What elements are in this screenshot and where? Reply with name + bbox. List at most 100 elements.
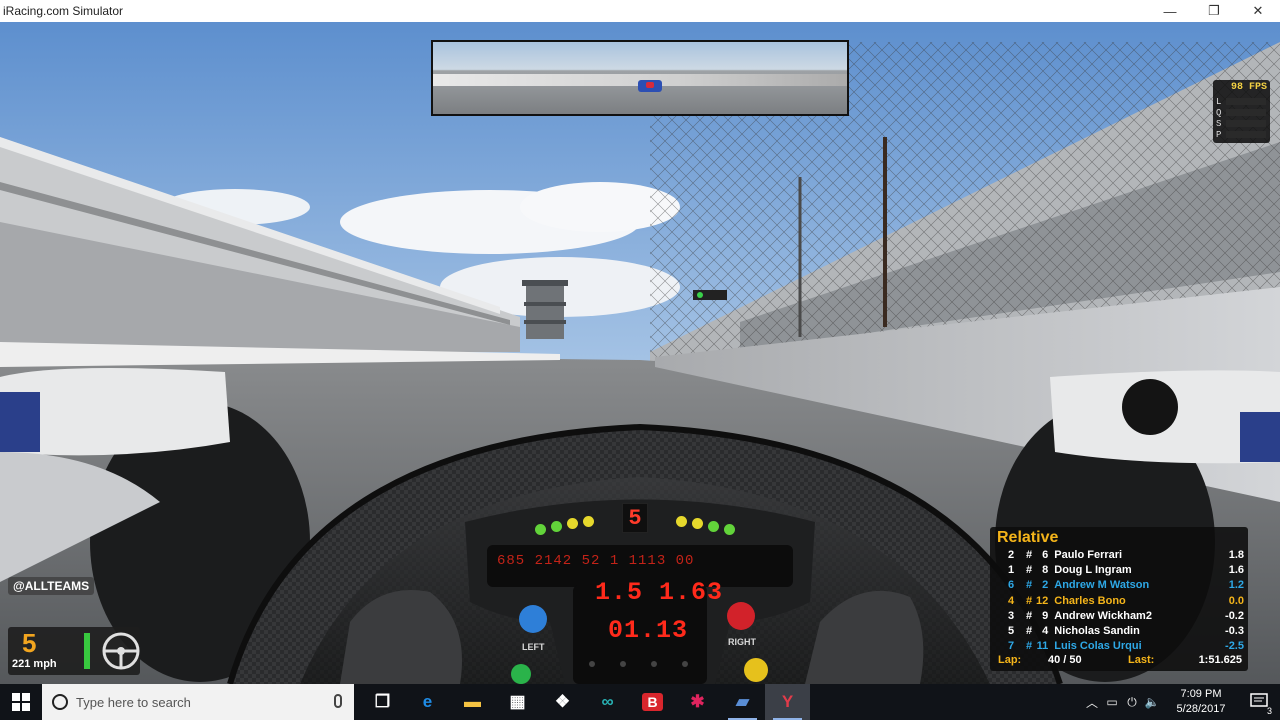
- game-viewport[interactable]: 5 685 2142 52 1 1113 00 1.5 1.63 01.13 L…: [0, 22, 1280, 684]
- volume-icon[interactable]: 🔈: [1142, 695, 1162, 709]
- car-number: 9: [1042, 609, 1049, 622]
- windows-taskbar: Type here to search ❐ e ▬ ▦ ❖ ∞ B ✱ ▰ Y ︿ ▭ ⏻ 🔈 7…: [0, 684, 1280, 720]
- car-number-hash: #: [1025, 609, 1033, 622]
- power-icon[interactable]: ⏻: [1122, 695, 1142, 710]
- relative-row: 2 #6 Paulo Ferrari 1.8: [1000, 547, 1244, 562]
- maximize-button[interactable]: ❐: [1192, 0, 1236, 22]
- fps-row-label: L: [1216, 96, 1222, 107]
- car-number-hash: #: [1025, 594, 1033, 607]
- wheel-lap-time-upper: 1.5 1.63: [595, 578, 724, 607]
- car-number: 12: [1036, 594, 1049, 607]
- speed-gear-widget: 5 221 mph: [8, 627, 140, 675]
- taskbar-app-button[interactable]: ❖: [540, 684, 585, 720]
- wheel-dash-readout: 685 2142 52 1 1113 00: [497, 553, 695, 569]
- taskbar-app-icons: ❐ e ▬ ▦ ❖ ∞ B ✱ ▰ Y: [360, 684, 810, 720]
- store-icon: ▦: [509, 692, 526, 711]
- fps-row-bar: [1226, 109, 1266, 116]
- dropbox-icon: ❖: [554, 692, 571, 711]
- taskbar-search-box[interactable]: Type here to search: [42, 684, 354, 720]
- driver-position: 3: [1007, 609, 1015, 622]
- time-gap: 1.2: [1228, 579, 1244, 592]
- taskbar-app-button[interactable]: ✱: [675, 684, 720, 720]
- taskbar-app-button[interactable]: ❐: [360, 684, 405, 720]
- shift-light-green: [708, 521, 719, 532]
- time-gap: 1.8: [1228, 548, 1244, 561]
- racing-app-icon: ▰: [735, 692, 750, 711]
- taskbar-app-button[interactable]: e: [405, 684, 450, 720]
- close-button[interactable]: ✕: [1236, 0, 1280, 22]
- driver-position: 5: [1007, 625, 1015, 638]
- clock-time: 7:09 PM: [1180, 688, 1222, 700]
- slack-icon: ✱: [690, 692, 705, 711]
- lap-label: Lap:: [998, 654, 1022, 666]
- shift-light-yellow: [583, 516, 594, 527]
- fps-widget: 98 FPS L Q S P: [1213, 80, 1270, 143]
- task-view-icon: ❐: [374, 692, 391, 711]
- current-gear: 5: [22, 628, 37, 658]
- throttle-bar: [84, 633, 90, 669]
- taskbar-app-button[interactable]: ▬: [450, 684, 495, 720]
- window-title: iRacing.com Simulator: [3, 4, 124, 18]
- driver-position: 1: [1007, 563, 1015, 576]
- fps-row-label: S: [1216, 118, 1222, 129]
- taskbar-app-button[interactable]: ▰: [720, 684, 765, 720]
- taskbar-app-button[interactable]: B: [630, 684, 675, 720]
- driver-name: Doug L Ingram: [1054, 563, 1132, 576]
- network-icon[interactable]: ▭: [1102, 695, 1122, 709]
- driver-position: 7: [1007, 640, 1015, 653]
- car-number: 4: [1042, 625, 1049, 638]
- car-number-hash: #: [1025, 548, 1033, 561]
- edge-icon: e: [422, 692, 433, 711]
- shift-light-yellow: [567, 518, 578, 529]
- last-lap-label: Last:: [1128, 654, 1155, 666]
- speed-readout: 221 mph: [12, 658, 57, 670]
- microphone-icon[interactable]: [334, 694, 342, 708]
- taskbar-app-button[interactable]: Y: [765, 684, 810, 720]
- relative-standings-box: Relative 2 #6 Paulo Ferrari 1.8 1 #8 Doug L In…: [990, 527, 1248, 671]
- arduino-icon: ∞: [601, 692, 614, 711]
- time-gap: -0.3: [1225, 625, 1244, 638]
- time-gap: -0.2: [1225, 609, 1244, 622]
- relative-table: 2 #6 Paulo Ferrari 1.8 1 #8 Doug L Ingram 1.6 6 #…: [1000, 547, 1244, 654]
- car-number: 6: [1042, 548, 1049, 561]
- fps-row-bar: [1226, 98, 1266, 105]
- driver-name: Andrew M Watson: [1054, 579, 1150, 592]
- driver-name: Nicholas Sandin: [1054, 625, 1140, 638]
- car-number-hash: #: [1025, 563, 1033, 576]
- car-number-hash: #: [1025, 640, 1033, 653]
- window-controls: — ❐ ✕: [1148, 0, 1280, 22]
- wheel-gear-display: 5: [622, 503, 648, 533]
- taskbar-clock[interactable]: 7:09 PM 5/28/2017: [1162, 687, 1240, 717]
- driver-position: 4: [1007, 594, 1015, 607]
- driver-name: Luis Colas Urqui: [1054, 640, 1142, 653]
- team-tag: @ALLTEAMS: [8, 577, 95, 595]
- action-center-button[interactable]: 3: [1240, 684, 1280, 720]
- clock-date: 5/28/2017: [1176, 703, 1226, 715]
- fps-row-bar: [1226, 120, 1266, 127]
- right-button-label: RIGHT: [728, 637, 756, 647]
- start-button[interactable]: [0, 684, 42, 720]
- system-tray: ︿ ▭ ⏻ 🔈 7:09 PM 5/28/2017 3: [1082, 684, 1280, 720]
- car-number-hash: #: [1025, 625, 1033, 638]
- wheel-lap-time-lower: 01.13: [608, 616, 689, 645]
- minimize-button[interactable]: —: [1148, 0, 1192, 22]
- driver-position: 6: [1007, 579, 1015, 592]
- driver-name: Andrew Wickham2: [1054, 609, 1152, 622]
- relative-title: Relative: [997, 529, 1059, 546]
- steering-wheel-icon: [102, 632, 140, 670]
- windows-logo-icon: [12, 693, 30, 711]
- iracing-icon: Y: [781, 692, 794, 711]
- taskbar-app-button[interactable]: ▦: [495, 684, 540, 720]
- driver-position: 2: [1007, 548, 1015, 561]
- file-explorer-icon: ▬: [464, 692, 481, 711]
- lap-value: 40 / 50: [1048, 654, 1082, 666]
- fps-row-label: Q: [1216, 107, 1222, 118]
- car-number: 8: [1042, 563, 1049, 576]
- taskbar-app-button[interactable]: ∞: [585, 684, 630, 720]
- car-number: 11: [1036, 640, 1049, 653]
- search-placeholder: Type here to search: [76, 694, 191, 710]
- notification-count: 3: [1266, 706, 1272, 716]
- chevron-up-icon[interactable]: ︿: [1082, 694, 1102, 711]
- screen: iRacing.com Simulator — ❐ ✕ 5 685 2142 5…: [0, 0, 1280, 720]
- bandicam-icon: B: [642, 693, 663, 711]
